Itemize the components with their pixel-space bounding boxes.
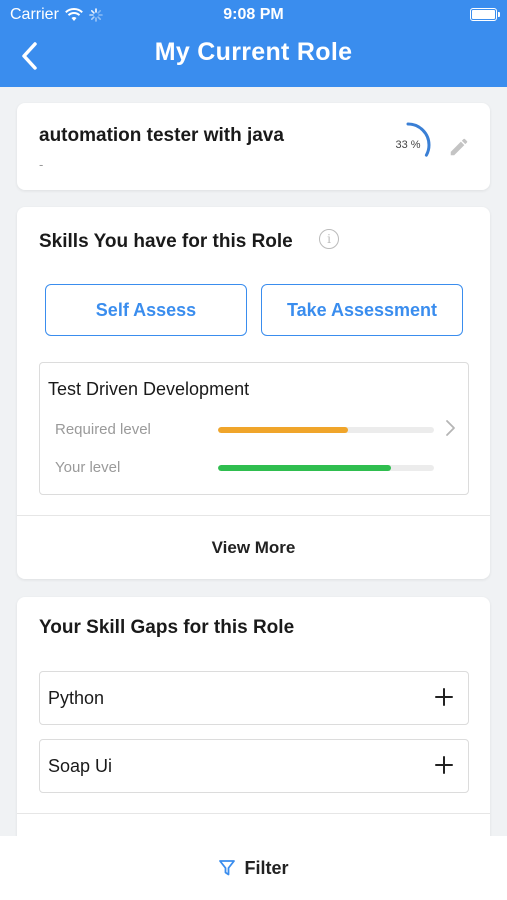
- gap-item-soap-ui[interactable]: Soap Ui: [39, 739, 469, 793]
- page-title: My Current Role: [154, 38, 353, 66]
- skill-gaps-card: Your Skill Gaps for this Role Python Soa…: [17, 597, 490, 857]
- role-subtitle: -: [39, 157, 44, 172]
- filter-button[interactable]: Filter: [0, 836, 507, 900]
- gap-item-label: Python: [48, 688, 105, 708]
- info-icon[interactable]: i: [319, 229, 339, 249]
- required-level-label: Required level: [55, 421, 151, 438]
- current-role-card: automation tester with java - 33 %: [17, 103, 490, 190]
- filter-label: Filter: [244, 857, 289, 878]
- status-time: 9:08 PM: [223, 6, 284, 23]
- take-assessment-button[interactable]: Take Assessment: [261, 284, 463, 336]
- gap-item-python[interactable]: Python: [39, 671, 469, 725]
- skills-section-title: Skills You have for this Role: [39, 231, 293, 252]
- role-progress-label: 33 %: [395, 139, 421, 151]
- battery-icon: [470, 8, 500, 21]
- your-level-label: Your level: [55, 459, 121, 476]
- your-level-bar: [218, 465, 434, 471]
- plus-icon[interactable]: [434, 687, 454, 707]
- app-header: Carrier 9:08 PM My Current Role: [0, 0, 507, 87]
- role-title: automation tester with java: [39, 125, 284, 146]
- status-bar: Carrier 9:08 PM: [0, 0, 507, 30]
- pencil-icon[interactable]: [448, 136, 470, 158]
- your-level-fill: [218, 465, 391, 471]
- skills-card: Skills You have for this Role i Self Ass…: [17, 207, 490, 579]
- required-level-fill: [218, 427, 348, 433]
- gaps-section-title: Your Skill Gaps for this Role: [39, 617, 295, 638]
- view-more-button[interactable]: View More: [17, 516, 490, 579]
- chevron-right-icon: [446, 420, 455, 436]
- filter-icon: [219, 860, 236, 876]
- plus-icon[interactable]: [434, 755, 454, 775]
- skill-item[interactable]: Test Driven Development Required level Y…: [39, 362, 469, 495]
- skill-name: Test Driven Development: [48, 379, 250, 399]
- divider: [17, 813, 490, 814]
- required-level-bar: [218, 427, 434, 433]
- self-assess-button[interactable]: Self Assess: [45, 284, 247, 336]
- gap-item-label: Soap Ui: [48, 756, 113, 776]
